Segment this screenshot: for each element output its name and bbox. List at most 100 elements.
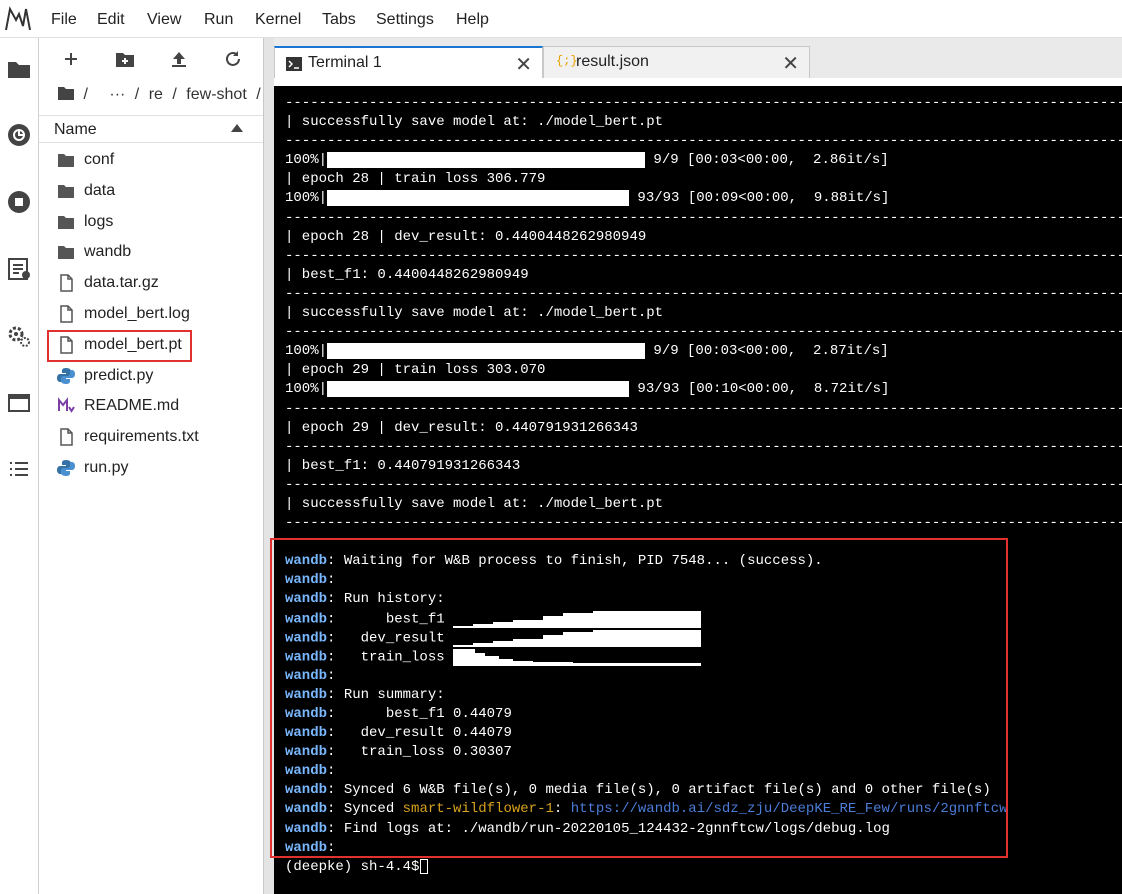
home-folder-icon[interactable]: [57, 85, 75, 101]
menu-edit[interactable]: Edit: [97, 11, 125, 29]
terminal-line: ----------------------------------------…: [285, 476, 1122, 493]
terminal-line: ----------------------------------------…: [285, 133, 1122, 150]
file-icon: [57, 428, 75, 446]
file-browser: / ··· / re / few-shot / Name conf data log…: [39, 38, 264, 894]
progress-line: 100%| 9/9 [00:03<00:00, 2.87it/s]: [285, 342, 1122, 361]
menu-file[interactable]: File: [51, 11, 77, 29]
stop-icon[interactable]: [6, 189, 32, 215]
terminal-line: ----------------------------------------…: [285, 438, 1122, 455]
upload-icon[interactable]: [167, 48, 191, 70]
file-name: predict.py: [84, 366, 154, 384]
progress-line: 100%| 9/9 [00:03<00:00, 2.86it/s]: [285, 151, 1122, 170]
progress-stats: 9/9 [00:03<00:00, 2.87it/s]: [645, 343, 889, 360]
file-name: requirements.txt: [84, 428, 199, 446]
progress-percent: 100%|: [285, 343, 328, 360]
file-item[interactable]: run.py: [39, 453, 263, 483]
name-column-header[interactable]: Name: [39, 115, 263, 143]
file-name: data.tar.gz: [84, 274, 159, 292]
breadcrumb-ellipsis[interactable]: ···: [109, 86, 125, 103]
refresh-icon[interactable]: [221, 48, 245, 70]
file-item[interactable]: model_bert.log: [39, 299, 263, 329]
file-icon: [57, 305, 75, 323]
python-icon: [57, 367, 75, 385]
running-kernels-icon[interactable]: [6, 122, 32, 148]
file-item[interactable]: wandb: [39, 237, 263, 267]
menu-kernel[interactable]: Kernel: [255, 11, 301, 29]
file-name: wandb: [84, 243, 132, 261]
jupyter-logo-icon: [5, 6, 31, 31]
progress-stats: 9/9 [00:03<00:00, 2.86it/s]: [645, 152, 889, 169]
shell-prompt: (deepke) sh-4.4$: [285, 858, 420, 875]
terminal-line: | successfully save model at: ./model_be…: [285, 495, 664, 512]
terminal-line: | successfully save model at: ./model_be…: [285, 114, 664, 131]
highlight-box-model-file: [47, 330, 192, 362]
file-item[interactable]: README.md: [39, 391, 263, 421]
highlight-box-wandb-output: [270, 538, 1008, 858]
gear-icon[interactable]: [6, 323, 32, 349]
progress-bar: [327, 380, 630, 397]
terminal-line: ----------------------------------------…: [285, 324, 1122, 341]
folder-icon: [57, 243, 75, 261]
terminal-line: ----------------------------------------…: [285, 247, 1122, 264]
command-palette-icon[interactable]: [6, 256, 32, 282]
file-item[interactable]: logs: [39, 207, 263, 237]
file-name: run.py: [84, 459, 129, 476]
file-item[interactable]: data: [39, 176, 263, 206]
markdown-icon: [57, 397, 75, 415]
python-icon: [57, 459, 75, 477]
terminal-icon: [286, 57, 302, 71]
folder-icon[interactable]: [6, 56, 32, 82]
file-item[interactable]: conf: [39, 145, 263, 175]
breadcrumb-root[interactable]: /: [83, 86, 87, 103]
progress-percent: 100%|: [285, 190, 328, 207]
progress-stats: 93/93 [00:09<00:00, 9.88it/s]: [629, 190, 890, 207]
terminal-line: | best_f1: 0.4400448262980949: [285, 266, 529, 283]
tab-terminal-1[interactable]: Terminal 1 ✕: [274, 46, 543, 78]
breadcrumb-re[interactable]: re: [149, 86, 163, 103]
table-of-contents-icon[interactable]: [6, 456, 32, 482]
terminal-line: | successfully save model at: ./model_be…: [285, 305, 664, 322]
breadcrumb-few-shot[interactable]: few-shot: [186, 86, 246, 103]
terminal-line: ----------------------------------------…: [285, 209, 1122, 226]
terminal-line: ----------------------------------------…: [285, 515, 1122, 532]
prompt-line[interactable]: (deepke) sh-4.4$: [285, 858, 1122, 877]
new-launcher-icon[interactable]: [59, 48, 83, 70]
file-item[interactable]: data.tar.gz: [39, 268, 263, 298]
terminal-line: | best_f1: 0.440791931266343: [285, 457, 521, 474]
menu-help[interactable]: Help: [456, 11, 489, 29]
file-name: README.md: [84, 397, 180, 415]
progress-bar: [327, 342, 646, 359]
progress-line: 100%| 93/93 [00:09<00:00, 9.88it/s]: [285, 189, 1122, 208]
file-item[interactable]: requirements.txt: [39, 422, 263, 452]
breadcrumb-sep: /: [134, 86, 140, 103]
tabs-icon[interactable]: [6, 390, 32, 416]
breadcrumb-sep: /: [256, 86, 261, 103]
folder-icon: [57, 151, 75, 169]
breadcrumb-sep: /: [172, 86, 177, 103]
folder-icon: [57, 182, 75, 200]
menu-tabs[interactable]: Tabs: [322, 11, 356, 29]
folder-icon: [57, 213, 75, 231]
new-folder-icon[interactable]: [113, 48, 137, 70]
terminal-line: | epoch 29 | dev_result: 0.4407919312663…: [285, 419, 638, 436]
tab-label: Terminal 1: [308, 54, 382, 71]
file-name: logs: [84, 212, 114, 230]
tab-bar: Terminal 1 ✕ {;} result.json ✕: [264, 38, 1122, 78]
file-item[interactable]: predict.py: [39, 361, 263, 391]
json-icon: {;}: [556, 54, 578, 68]
menu-settings[interactable]: Settings: [376, 11, 434, 29]
close-icon[interactable]: ✕: [515, 52, 532, 77]
progress-line: 100%| 93/93 [00:10<00:00, 8.72it/s]: [285, 380, 1122, 399]
menu-view[interactable]: View: [147, 11, 181, 29]
progress-bar: [327, 151, 646, 168]
terminal-line: | epoch 28 | train loss 306.779: [285, 171, 546, 188]
file-icon: [57, 274, 75, 292]
terminal-cursor: [420, 858, 429, 874]
progress-bar: [327, 189, 630, 206]
close-icon[interactable]: ✕: [782, 51, 799, 76]
name-column-label: Name: [54, 121, 97, 138]
tab-result-json[interactable]: {;} result.json ✕: [543, 46, 810, 78]
file-name: model_bert.log: [84, 305, 190, 322]
menu-run[interactable]: Run: [204, 11, 233, 29]
progress-percent: 100%|: [285, 152, 328, 169]
